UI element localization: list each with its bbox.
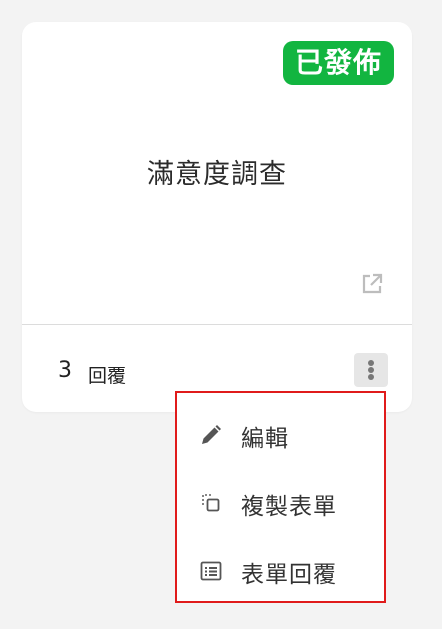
menu-item-label: 表單回覆 xyxy=(241,562,337,588)
form-card: 已發佈 滿意度調查 3 回覆 xyxy=(22,22,412,412)
response-label: 回覆 xyxy=(88,365,127,387)
menu-item-edit[interactable]: 編輯 xyxy=(177,405,384,465)
form-title[interactable]: 滿意度調查 xyxy=(22,152,412,191)
vertical-ellipsis-dot xyxy=(368,374,374,380)
menu-item-label: 複製表單 xyxy=(241,494,337,520)
copy-icon xyxy=(199,491,223,515)
menu-item-duplicate[interactable]: 複製表單 xyxy=(177,473,384,533)
vertical-ellipsis-icon xyxy=(368,360,374,366)
vertical-ellipsis-dot xyxy=(368,367,374,373)
menu-item-responses[interactable]: 表單回覆 xyxy=(177,541,384,601)
pencil-icon xyxy=(199,423,223,447)
options-menu: 編輯 複製表單 表單回覆 xyxy=(175,391,386,603)
card-divider xyxy=(22,324,412,325)
more-options-button[interactable] xyxy=(354,353,388,387)
list-icon xyxy=(199,559,223,583)
status-badge: 已發佈 xyxy=(282,41,394,85)
external-link-icon[interactable] xyxy=(360,272,384,296)
menu-item-label: 編輯 xyxy=(241,426,289,452)
response-count: 3 xyxy=(58,358,72,383)
